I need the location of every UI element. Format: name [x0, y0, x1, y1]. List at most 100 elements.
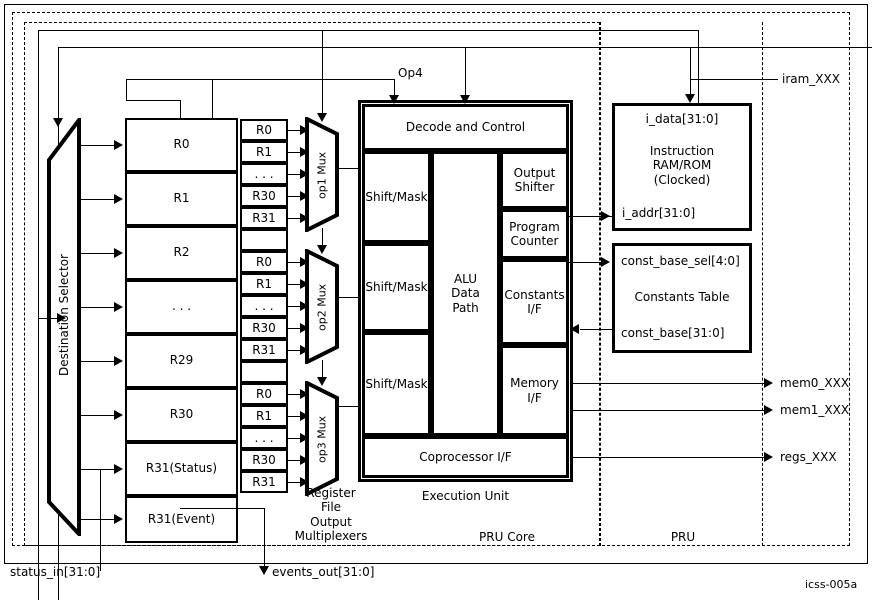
- decode-instr-wire: [465, 47, 466, 100]
- dsel-to-r1-arrow: [114, 194, 123, 204]
- port-cell-op1-r30: R30: [240, 185, 288, 207]
- op2-mux-select-arrow: [317, 245, 327, 254]
- port-cell-spacer-1: [240, 229, 288, 251]
- status-in-branch-status: [100, 469, 116, 470]
- register-label: R0: [173, 137, 190, 152]
- port-label: R31: [252, 343, 276, 357]
- const-base-wire: [580, 329, 612, 330]
- const-base-label: const_base[31:0]: [621, 326, 725, 340]
- pru-block-diagram: Destination Selector R0 R1 R2 . . . R29 …: [0, 0, 872, 600]
- regs-arrow: [764, 452, 773, 462]
- register-r31-status: R31(Status): [125, 442, 238, 496]
- dsel-side-arrow: [57, 313, 66, 323]
- shift-mask-label: Shift/Mask: [365, 376, 428, 391]
- op4-wire-h: [212, 79, 394, 80]
- port-cell-op1-r0: R0: [240, 119, 288, 141]
- port-label: . . .: [254, 299, 274, 313]
- register-r0: R0: [125, 118, 238, 172]
- shift-mask-label: Shift/Mask: [365, 189, 428, 204]
- port-label: R31: [252, 475, 276, 489]
- dsel-to-r29-arrow: [114, 356, 123, 366]
- op3-mux-select-arrow: [317, 377, 327, 386]
- coprocessor-label: Coprocessor I/F: [419, 449, 512, 464]
- dsel-to-r0-wire: [80, 145, 116, 146]
- port-label: R30: [252, 189, 276, 203]
- register-r31-event: R31(Event): [125, 496, 238, 543]
- port-cell-op3-dots: . . .: [240, 427, 288, 449]
- dsel-to-rdots-arrow: [114, 302, 123, 312]
- register-ellipsis: . . .: [125, 280, 238, 334]
- figure-id: icss-005a: [805, 578, 858, 591]
- i-data-arrow: [685, 94, 695, 103]
- alu-data-path: ALU Data Path: [431, 151, 500, 436]
- decode-and-control: Decode and Control: [362, 104, 569, 151]
- mem1-arrow: [764, 405, 773, 415]
- regfile-top-up: [126, 79, 127, 101]
- dsel-top-wire: [58, 47, 59, 122]
- events-out-arrow: [259, 566, 269, 575]
- memory-if: Memory I/F: [500, 345, 569, 436]
- status-in-riser: [100, 469, 101, 571]
- regfile-mux-caption: Register File Output Multiplexers: [294, 486, 368, 544]
- constants-if-label: Constants I/F: [504, 287, 565, 316]
- pc-to-iaddr-arrow: [601, 211, 610, 221]
- mux-select-top: [322, 30, 323, 118]
- register-label: R31(Status): [145, 461, 218, 476]
- iram-signal-label: iram_XXX: [782, 72, 840, 86]
- coprocessor-if: Coprocessor I/F: [362, 436, 569, 478]
- mem0-wire: [571, 383, 768, 384]
- feedback-bus-top: [38, 30, 698, 31]
- pc-to-iaddr-wire: [569, 216, 605, 217]
- port-cell-spacer-2: [240, 361, 288, 383]
- pru-core-divider: [600, 22, 601, 546]
- register-label: R1: [173, 191, 190, 206]
- regs-label: regs_XXX: [780, 450, 837, 464]
- register-r2: R2: [125, 226, 238, 280]
- shift-mask-2: Shift/Mask: [362, 243, 431, 332]
- output-shifter: Output Shifter: [500, 151, 569, 209]
- register-label: R29: [169, 353, 194, 368]
- events-out-label: events_out[31:0]: [272, 565, 375, 579]
- status-in-label: status_in[31:0]: [10, 565, 101, 579]
- mem0-arrow: [764, 378, 773, 388]
- dsel-to-r29-wire: [80, 361, 116, 362]
- constants-table: const_base_sel[4:0] Constants Table cons…: [612, 243, 752, 353]
- constants-if: Constants I/F: [500, 259, 569, 345]
- constants-table-title: Constants Table: [634, 290, 730, 304]
- pru-right-divider: [762, 22, 763, 546]
- op2-mux-label: op2 Mux: [315, 283, 329, 331]
- register-label: . . .: [171, 299, 192, 314]
- program-counter-label: Program Counter: [509, 219, 560, 248]
- instruction-ram-rom: i_data[31:0] Instruction RAM/ROM (Clocke…: [612, 103, 752, 231]
- port-label: . . .: [254, 167, 274, 181]
- i-addr-port-label: i_addr[31:0]: [622, 206, 696, 220]
- dsel-to-r2-arrow: [114, 248, 123, 258]
- mem1-wire: [571, 410, 768, 411]
- decode-label: Decode and Control: [405, 120, 526, 135]
- regs-wire: [571, 457, 768, 458]
- dsel-to-r30-arrow: [114, 410, 123, 420]
- register-r30: R30: [125, 388, 238, 442]
- port-cell-op2-r31: R31: [240, 339, 288, 361]
- register-label: R30: [169, 407, 194, 422]
- memory-if-label: Memory I/F: [510, 376, 559, 405]
- register-r1: R1: [125, 172, 238, 226]
- dsel-to-r1-wire: [80, 199, 116, 200]
- shift-mask-label: Shift/Mask: [365, 280, 428, 295]
- op4-wire-up-left: [212, 79, 213, 119]
- status-in-branch-event: [100, 519, 116, 520]
- port-label: R1: [256, 277, 272, 291]
- op4-label: Op4: [398, 66, 423, 80]
- port-label: R31: [252, 211, 276, 225]
- regfile-top-wire: [180, 100, 181, 119]
- port-cell-op1-dots: . . .: [240, 163, 288, 185]
- port-cell-op3-r1: R1: [240, 405, 288, 427]
- register-label: R31(Event): [147, 511, 216, 526]
- port-cell-op2-dots: . . .: [240, 295, 288, 317]
- port-cell-op2-r30: R30: [240, 317, 288, 339]
- const-sel-arrow: [601, 257, 610, 267]
- mem0-label: mem0_XXX: [780, 376, 850, 390]
- port-cell-op2-r1: R1: [240, 273, 288, 295]
- const-base-sel-label: const_base_sel[4:0]: [621, 254, 740, 268]
- port-cell-op1-r31: R31: [240, 207, 288, 229]
